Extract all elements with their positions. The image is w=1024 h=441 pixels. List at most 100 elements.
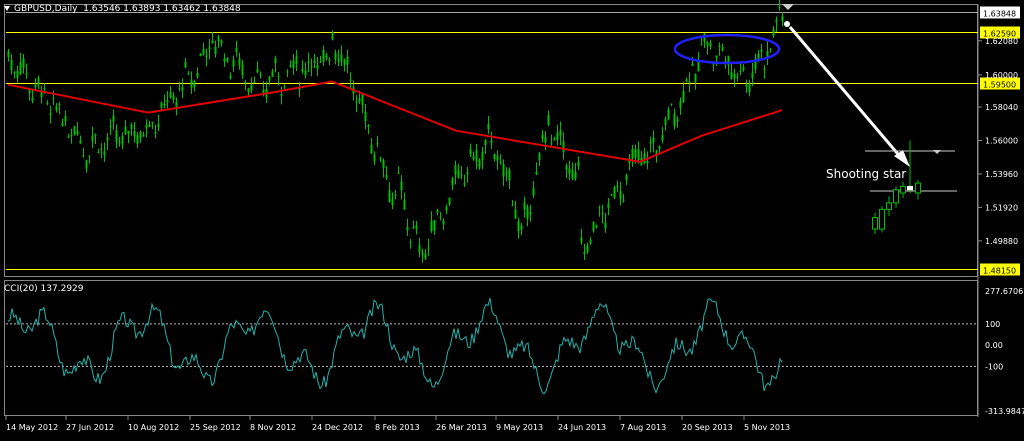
candle-body — [178, 87, 181, 89]
candle-body — [94, 134, 97, 136]
price-tick-label: 1.53960 — [985, 170, 1018, 179]
candle-body — [499, 161, 502, 163]
candle-body — [181, 87, 184, 91]
candle-body — [682, 91, 685, 102]
candle-body — [202, 48, 205, 55]
candle-body — [169, 91, 172, 98]
candle-body — [286, 71, 289, 73]
candle-body — [652, 137, 655, 143]
time-tick-label: 10 Aug 2012 — [128, 423, 179, 432]
candle-body — [28, 90, 31, 94]
candle-body — [430, 220, 433, 232]
candle-body — [16, 71, 19, 78]
candle-body — [214, 46, 217, 55]
candle-body — [274, 58, 277, 64]
candle-body — [175, 101, 178, 108]
candle-body — [751, 72, 754, 79]
candle-body — [520, 225, 523, 230]
candle-body — [61, 122, 64, 126]
candle-body — [130, 124, 133, 130]
candle-body — [172, 95, 175, 101]
candle-body — [259, 73, 262, 76]
candle-body — [736, 76, 739, 78]
candle-body — [493, 153, 496, 160]
star-candle-body — [886, 202, 892, 210]
time-tick-label: 7 Aug 2013 — [620, 423, 666, 432]
candle-body — [373, 154, 376, 162]
candle-body — [223, 58, 226, 62]
candle-body — [583, 252, 586, 255]
candle-body — [700, 44, 703, 46]
candle-body — [226, 57, 229, 62]
candle-body — [517, 221, 520, 232]
candle-body — [289, 64, 292, 67]
candles-layer — [7, 0, 784, 263]
time-axis: 14 May 2012 27 Jun 2012 10 Aug 2012 25 Sep … — [5, 416, 790, 432]
dropdown-triangle-icon[interactable] — [4, 6, 10, 11]
candle-body — [109, 126, 112, 128]
annotation-label: Shooting star — [826, 167, 906, 181]
candle-body — [724, 60, 727, 62]
candle-body — [379, 158, 382, 160]
candle-body — [550, 142, 553, 144]
candle-body — [568, 168, 571, 174]
candle-body — [622, 199, 625, 201]
candle-body — [709, 42, 712, 47]
star-candle-body — [893, 189, 899, 204]
price-tick-label: 1.62080 — [985, 37, 1018, 46]
candle-body — [676, 119, 679, 122]
candle-body — [295, 56, 298, 65]
candle-body — [460, 175, 463, 177]
candle-body — [547, 115, 550, 125]
time-tick-label: 14 May 2012 — [6, 423, 58, 432]
candle-body — [415, 225, 418, 229]
candle-body — [382, 160, 385, 169]
candle-body — [739, 70, 742, 72]
star-candle-body — [879, 208, 885, 230]
candle-body — [334, 52, 337, 60]
candle-body — [31, 97, 34, 102]
time-tick-label: 9 May 2013 — [496, 423, 543, 432]
candle-body — [229, 75, 232, 79]
candle-body — [19, 62, 22, 75]
candle-body — [433, 220, 436, 231]
candle-body — [742, 67, 745, 70]
candle-body — [82, 155, 85, 157]
candle-body — [580, 237, 583, 243]
candle-body — [391, 198, 394, 205]
level-tag-text: 1.59500 — [983, 81, 1016, 90]
candle-body — [22, 58, 25, 69]
candle-body — [448, 197, 451, 204]
candle-body — [562, 141, 565, 153]
candle-body — [469, 149, 472, 155]
time-tick-label: 20 Sep 2013 — [682, 423, 733, 432]
candle-body — [208, 47, 211, 50]
candle-body — [442, 220, 445, 225]
candle-body — [316, 65, 319, 69]
candle-body — [478, 159, 481, 168]
chart-canvas[interactable]: Shooting star 1.638481.625901.595001.481… — [0, 0, 1024, 437]
candle-body — [91, 135, 94, 142]
candle-body — [778, 6, 781, 8]
star-candle-body — [915, 182, 921, 194]
candle-body — [577, 161, 580, 167]
candle-body — [688, 81, 691, 83]
candle-body — [268, 76, 271, 81]
candle-body — [199, 53, 202, 57]
candle-body — [115, 129, 118, 142]
candle-body — [619, 190, 622, 199]
price-tick-label: 1.58040 — [985, 103, 1018, 112]
candle-body — [70, 135, 73, 137]
candle-body — [664, 119, 667, 126]
candle-body — [679, 100, 682, 108]
candle-body — [151, 122, 154, 124]
candle-body — [301, 69, 304, 72]
candle-body — [250, 84, 253, 91]
candle-body — [571, 170, 574, 179]
cci-line — [7, 297, 783, 395]
time-tick-label: 27 Jun 2012 — [66, 423, 114, 432]
candle-body — [136, 135, 139, 145]
annotation-arrow-line — [788, 26, 905, 161]
candle-body — [346, 56, 349, 65]
chart-window[interactable]: Shooting star 1.63848 1.62590 1.59500 1.481… — [0, 0, 1024, 437]
